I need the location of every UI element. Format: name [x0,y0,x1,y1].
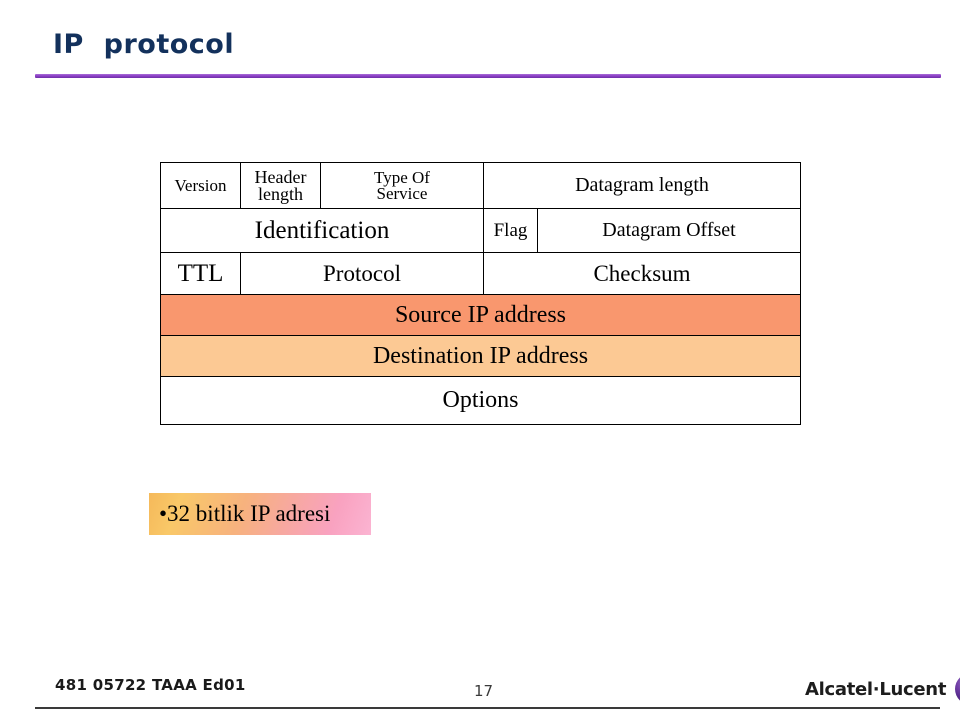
alcatel-lucent-sphere-icon [955,677,960,701]
cell-destination-ip-address: Destination IP address [160,335,801,377]
cell-datagram-length: Datagram length [483,162,801,209]
brand-logo: Alcatel·Lucent [805,672,960,706]
cell-protocol: Protocol [240,252,484,295]
ip-header-diagram: Version Header length Type Of Service Da… [160,162,801,425]
cell-version: Version [160,162,241,209]
cell-header-length-line2: length [258,183,303,204]
table-row: Source IP address [160,294,801,336]
cell-flag: Flag [483,208,538,253]
table-row: Destination IP address [160,335,801,377]
note-callout: •32 bitlik IP adresi [149,493,371,535]
cell-type-of-service-line2: Service [376,183,428,203]
note-text: •32 bitlik IP adresi [159,501,331,526]
brand-wordmark: Alcatel·Lucent [805,678,947,700]
footer-document-code: 481 05722 TAAA Ed01 [55,676,246,694]
cell-options: Options [160,376,801,425]
table-row: Options [160,376,801,425]
footer-page-number: 17 [474,682,494,700]
cell-header-length: Header length [240,162,321,209]
page-title: IP protocol [53,29,235,60]
table-row: TTL Protocol Checksum [160,252,801,295]
table-row: Identification Flag Datagram Offset [160,208,801,253]
title-divider [35,74,941,78]
cell-type-of-service: Type Of Service [320,162,484,209]
cell-ttl: TTL [160,252,241,295]
slide-root: IP protocol Version Header length Type O… [0,0,960,720]
cell-identification: Identification [160,208,484,253]
cell-datagram-offset: Datagram Offset [537,208,801,253]
cell-source-ip-address: Source IP address [160,294,801,336]
cell-checksum: Checksum [483,252,801,295]
footer-divider [35,707,940,709]
table-row: Version Header length Type Of Service Da… [160,162,801,209]
